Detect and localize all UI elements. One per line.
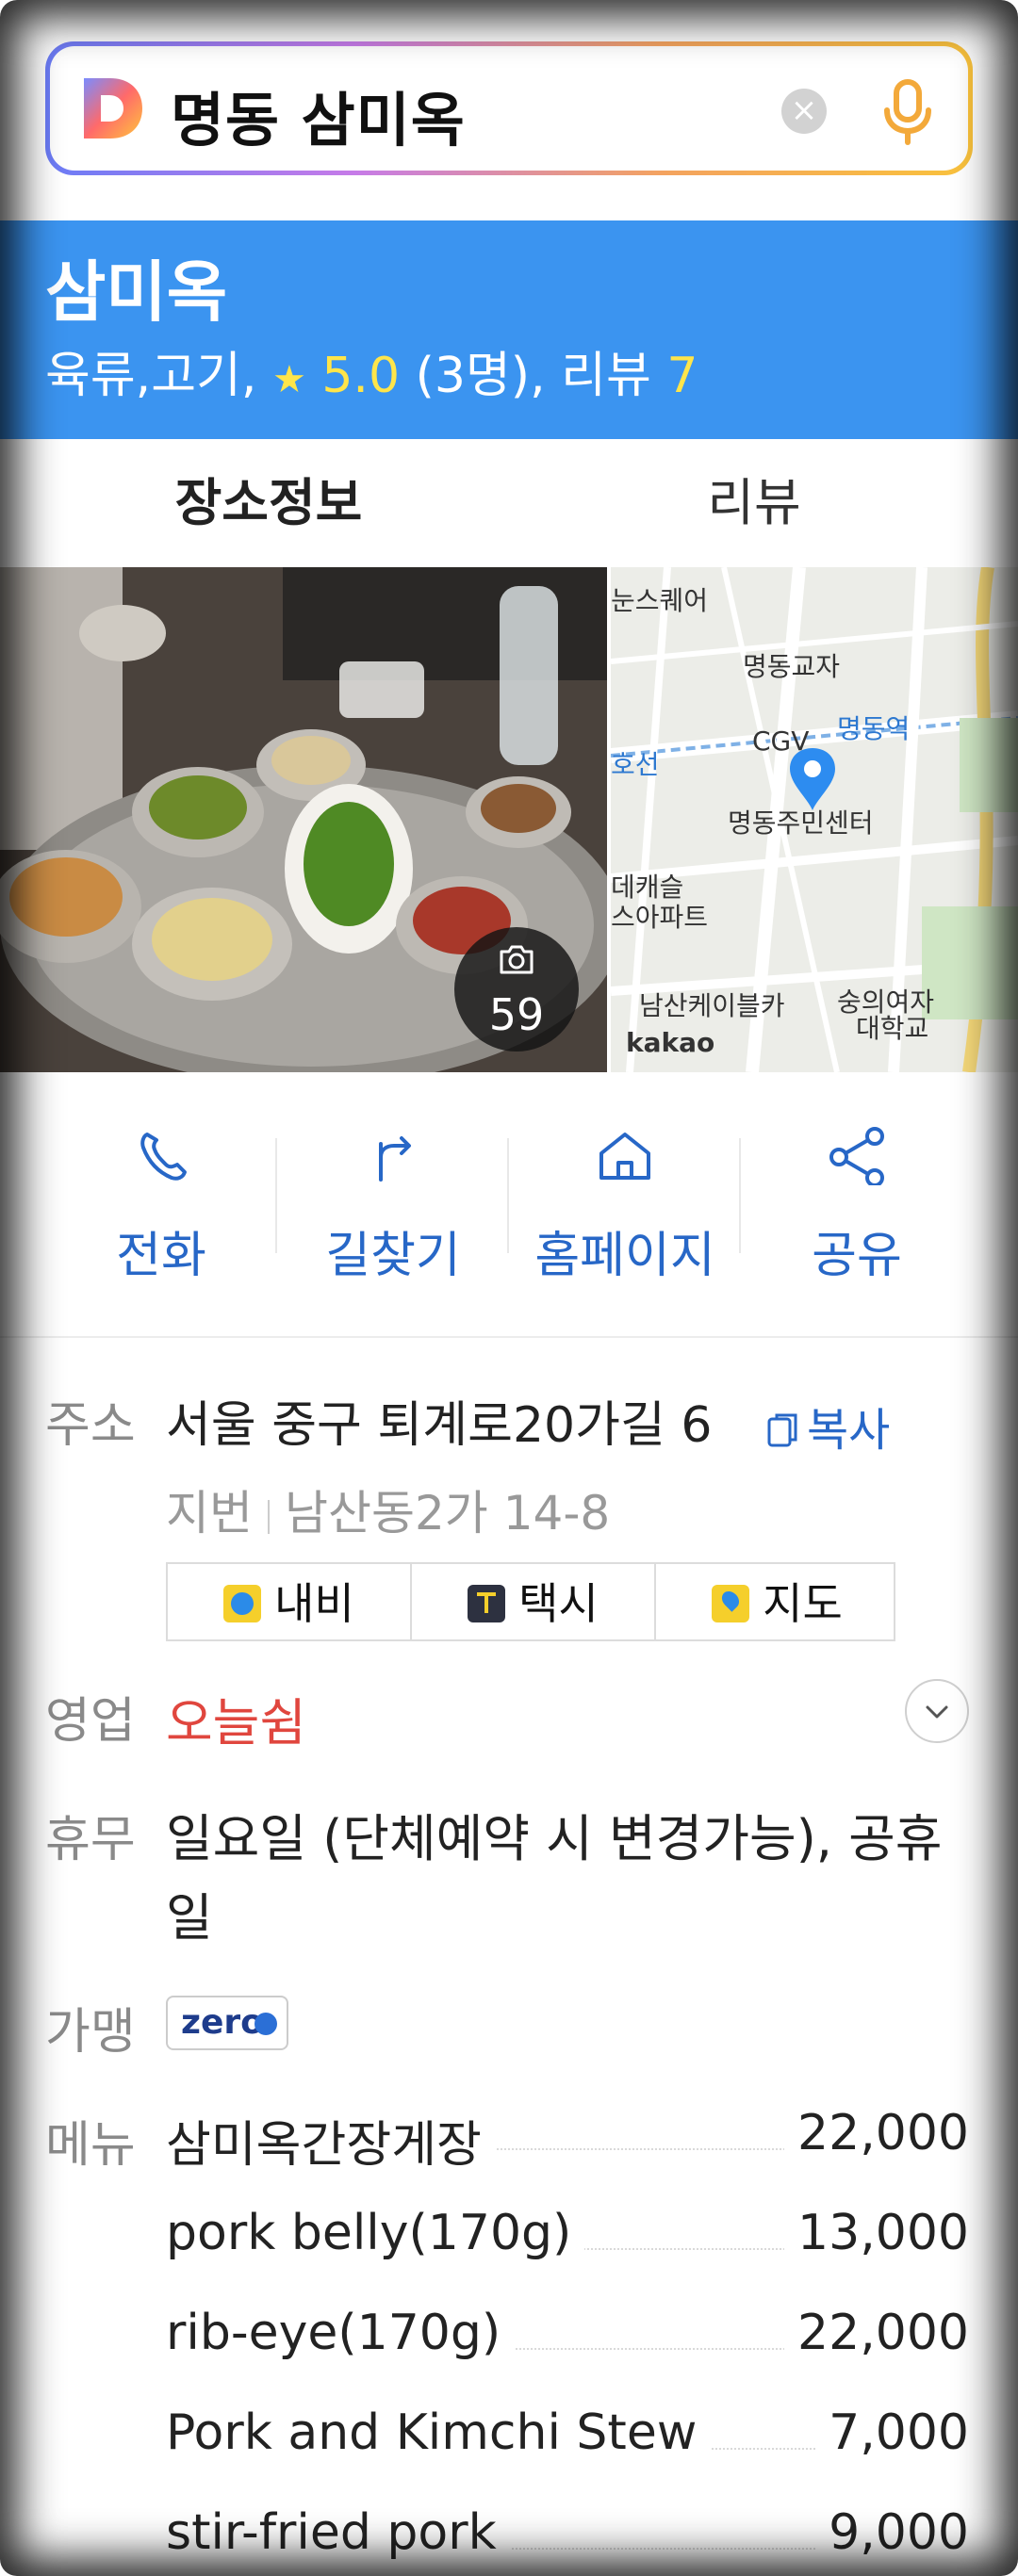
tab-place-info[interactable]: 장소정보: [19, 439, 518, 567]
zeropay-dot-icon: [254, 2013, 277, 2035]
navigation-buttons: 내비 택시 지도: [166, 1562, 895, 1641]
taxi-icon: [468, 1585, 506, 1622]
holiday-text: 일요일 (단체예약 시 변경가능), 공휴일: [166, 1809, 943, 1948]
map-label: 지도: [763, 1578, 843, 1629]
jibun-row: 지번 남산동2가 14-8: [166, 1475, 610, 1543]
map-pin-icon: [790, 748, 835, 810]
menu-item-price: 13,000: [784, 2205, 969, 2261]
search-bar[interactable]: 명동 삼미옥 ×: [45, 41, 973, 175]
menu-item-name: rib-eye(170g): [166, 2305, 515, 2361]
menu-item: rib-eye(170g) 22,000: [166, 2305, 969, 2380]
place-category: 육류,고기,: [45, 348, 257, 404]
microphone-icon[interactable]: [879, 78, 936, 146]
menu-item: stir-fried pork 9,000: [166, 2504, 969, 2576]
address-text: 서울 중구 퇴계로20가길 6: [166, 1397, 713, 1454]
directions-button[interactable]: 길찾기: [277, 1112, 509, 1284]
share-button[interactable]: 공유: [741, 1112, 973, 1284]
camera-icon: [500, 945, 534, 974]
phone-icon: [140, 1133, 187, 1181]
menu-item-name: stir-fried pork: [166, 2504, 510, 2561]
screen: 명동 삼미옥 × 삼미옥 육류,고기, ★ 5.0 (3명), 리뷰 7 장소정…: [0, 0, 1018, 2576]
map-label-university-2: 대학교: [856, 1013, 929, 1044]
place-header: 삼미옥 육류,고기, ★ 5.0 (3명), 리뷰 7: [0, 220, 1018, 439]
menu-item-price: 22,000: [784, 2305, 969, 2361]
call-button[interactable]: 전화: [45, 1112, 277, 1284]
expand-hours-button[interactable]: [905, 1679, 969, 1743]
directions-icon: [379, 1136, 411, 1182]
menu-item-name: 삼미옥간장게장: [166, 2105, 495, 2176]
photo-count: 59: [488, 989, 545, 1040]
food-photo[interactable]: 59: [0, 567, 607, 1072]
section-divider: [0, 1336, 1018, 1338]
map-label-cable-car: 남산케이블카: [639, 990, 785, 1021]
place-title: 삼미옥: [45, 253, 228, 331]
location-map[interactable]: 눈스퀘어 명동교자 CGV 명동역 명동주민센터 데캐슬 스아파트 남산케이블카…: [611, 567, 1018, 1072]
menu-item-price: 7,000: [815, 2405, 969, 2461]
menu-item-name: Pork and Kimchi Stew: [166, 2405, 711, 2461]
chevron-down-icon: [926, 1705, 948, 1719]
zeropay-text: zero: [181, 2003, 264, 2042]
clear-icon[interactable]: ×: [781, 89, 827, 134]
menu-item-price: 9,000: [815, 2504, 969, 2561]
call-label: 전화: [116, 1228, 206, 1284]
map-label-line: 호선: [611, 749, 660, 780]
copy-address-button[interactable]: 복사: [767, 1393, 890, 1459]
map-label-nunsquare: 눈스퀘어: [611, 585, 709, 616]
navi-icon: [223, 1585, 262, 1622]
star-icon: ★: [271, 358, 306, 401]
menu-item: Pork and Kimchi Stew 7,000: [166, 2405, 969, 2480]
review-label[interactable]: 리뷰: [561, 348, 651, 404]
home-icon: [599, 1133, 650, 1180]
place-meta: 육류,고기, ★ 5.0 (3명), 리뷰 7: [45, 335, 698, 406]
affiliate-label: 가맹: [45, 2004, 136, 2061]
directions-label: 길찾기: [325, 1228, 461, 1284]
map-label-station: 명동역: [837, 713, 911, 744]
taxi-button[interactable]: 택시: [412, 1564, 654, 1639]
copy-label: 복사: [807, 1404, 891, 1457]
menu-item: pork belly(170g) 13,000: [166, 2205, 969, 2280]
taxi-label: 택시: [518, 1578, 599, 1629]
jibun-address: 남산동2가 14-8: [285, 1486, 611, 1541]
tab-bar: 장소정보 리뷰: [0, 439, 1018, 567]
rating-count: (3명),: [415, 348, 546, 404]
menu-item-price: 22,000: [784, 2105, 969, 2161]
share-label: 공유: [812, 1228, 902, 1284]
navi-label: 내비: [274, 1578, 354, 1629]
media-section: 59 눈스퀘어 명동교자 CGV 명동역 명동주민센터 데캐슬 스아파트 남산케…: [0, 567, 1018, 1072]
tab-review[interactable]: 리뷰: [500, 439, 1009, 567]
jibun-divider: [268, 1499, 270, 1534]
homepage-label: 홈페이지: [534, 1228, 715, 1284]
map-label-apartment: 스아파트: [611, 902, 709, 933]
navi-button[interactable]: 내비: [168, 1564, 410, 1639]
holiday-label: 휴무: [45, 1812, 136, 1868]
photo-count-badge[interactable]: 59: [454, 927, 579, 1052]
map-label-kakao: kakao: [626, 1027, 715, 1058]
jibun-label: 지번: [166, 1486, 253, 1541]
map-label-myeongdong-gyoja: 명동교자: [743, 651, 841, 682]
search-input[interactable]: 명동 삼미옥: [171, 73, 466, 157]
map-icon: [712, 1585, 750, 1622]
review-count[interactable]: 7: [666, 348, 698, 404]
menu-label: 메뉴: [45, 2117, 136, 2174]
address-label: 주소: [45, 1397, 136, 1454]
copy-icon: [767, 1413, 797, 1447]
hours-label: 영업: [45, 1693, 136, 1750]
rating-score: 5.0: [321, 348, 401, 404]
share-icon: [829, 1127, 884, 1185]
hours-status: 오늘쉼: [166, 1693, 307, 1753]
action-bar: 전화 길찾기 홈페이지 공유: [0, 1112, 1018, 1284]
zeropay-badge: zero: [166, 1996, 288, 2050]
daum-logo-icon: [84, 78, 142, 139]
menu-item: 삼미옥간장게장 22,000: [166, 2105, 969, 2180]
homepage-button[interactable]: 홈페이지: [509, 1112, 741, 1284]
map-button[interactable]: 지도: [656, 1564, 898, 1639]
menu-item-name: pork belly(170g): [166, 2205, 585, 2261]
